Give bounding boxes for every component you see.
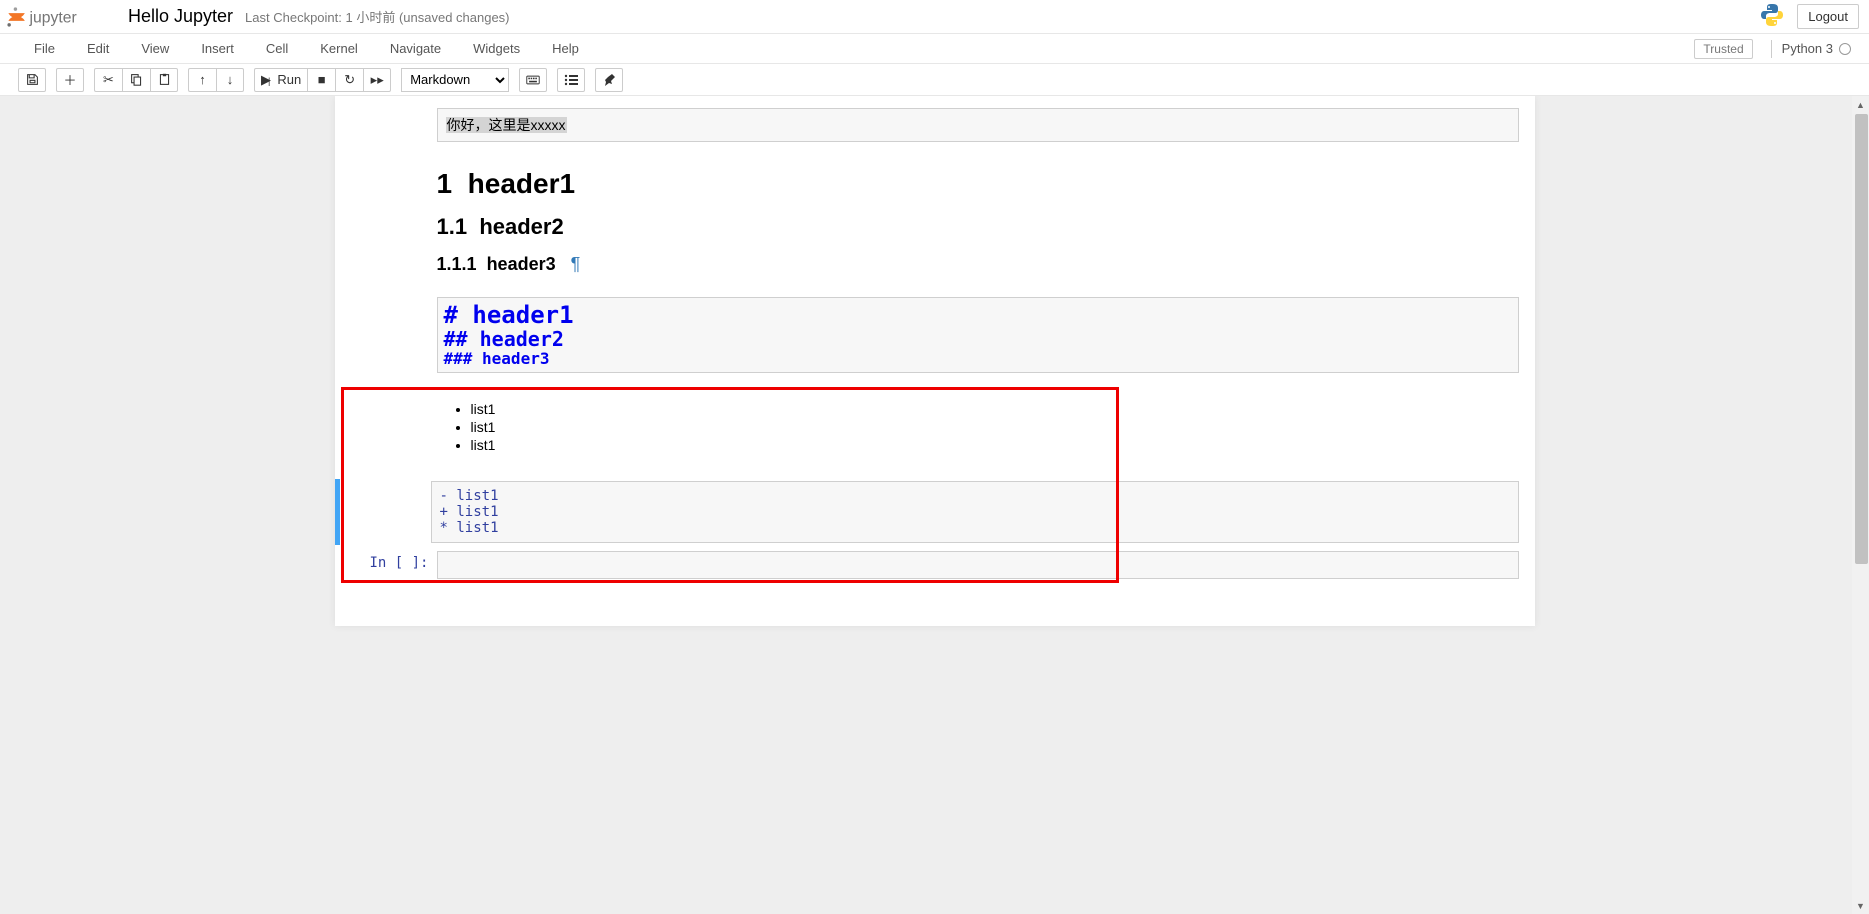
cell-raw[interactable]: 你好，这里是xxxxx [335, 106, 1535, 144]
cell-rendered-headers[interactable]: 1 header1 1.1 header2 1.1.1 header3 ¶ [335, 148, 1535, 291]
menu-view[interactable]: View [125, 37, 185, 60]
divider [1771, 40, 1772, 58]
header: jupyter Hello Jupyter Last Checkpoint: 1… [0, 0, 1869, 34]
arrow-down-icon: ↓ [227, 72, 234, 87]
run-icon: ▶| [261, 72, 273, 88]
rendered-h2: 1.1 header2 [437, 214, 1529, 240]
menu-widgets[interactable]: Widgets [457, 37, 536, 60]
menu-insert[interactable]: Insert [185, 37, 250, 60]
prompt [341, 150, 437, 289]
pin-icon [602, 73, 616, 87]
rendered-h3: 1.1.1 header3 ¶ [437, 254, 1529, 275]
python-logo-icon [1759, 2, 1785, 31]
scroll-up-icon[interactable]: ▲ [1852, 96, 1869, 113]
nb-extensions-button[interactable] [595, 68, 623, 92]
command-palette-button[interactable] [519, 68, 547, 92]
list-item: list1 [471, 419, 1529, 435]
kernel-name[interactable]: Python 3 [1782, 41, 1833, 56]
cell-rendered-list[interactable]: list1 list1 list1 [335, 379, 1535, 475]
code-input[interactable] [437, 551, 1519, 579]
raw-cell-input[interactable]: 你好，这里是xxxxx [437, 108, 1519, 142]
prompt [341, 297, 437, 373]
add-cell-button[interactable]: ＋ [56, 68, 84, 92]
save-button[interactable] [18, 68, 46, 92]
list-icon [564, 74, 578, 86]
stop-icon: ■ [318, 72, 326, 87]
fast-forward-icon: ▸▸ [371, 72, 384, 88]
md-line: * list1 [440, 520, 1510, 536]
cell-md-source-list[interactable]: - list1 + list1 * list1 [335, 479, 1535, 545]
raw-text: 你好，这里是xxxxx [446, 117, 567, 133]
paste-icon [158, 73, 171, 86]
notebook-container: 你好，这里是xxxxx 1 header1 1.1 header2 1.1.1 … [335, 96, 1535, 626]
trusted-indicator[interactable]: Trusted [1694, 39, 1752, 59]
md-line: - list1 [440, 488, 1510, 504]
scrollbar[interactable]: ▲ ▼ [1852, 96, 1869, 914]
list-item: list1 [471, 401, 1529, 417]
prompt [341, 381, 437, 473]
checkpoint-status: Last Checkpoint: 1 小时前 (unsaved changes) [245, 7, 509, 26]
restart-button[interactable]: ↻ [335, 68, 363, 92]
move-down-button[interactable]: ↓ [216, 68, 244, 92]
cut-button[interactable]: ✂ [94, 68, 122, 92]
restart-icon: ↻ [344, 72, 355, 88]
anchor-link[interactable]: ¶ [571, 254, 581, 274]
bullet-list: list1 list1 list1 [437, 385, 1529, 465]
arrow-up-icon: ↑ [199, 72, 206, 87]
menu-navigate[interactable]: Navigate [374, 37, 457, 60]
run-label: Run [277, 72, 301, 87]
md-source-input[interactable]: # header1 ## header2 ### header3 [437, 297, 1519, 373]
scroll-down-icon[interactable]: ▼ [1852, 897, 1869, 914]
run-button[interactable]: ▶| Run [254, 68, 307, 92]
cell-md-source-headers[interactable]: # header1 ## header2 ### header3 [335, 295, 1535, 375]
interrupt-button[interactable]: ■ [307, 68, 335, 92]
menu-file[interactable]: File [18, 37, 71, 60]
keyboard-icon [526, 74, 540, 86]
scroll-thumb[interactable] [1855, 114, 1868, 564]
toc-button[interactable] [557, 68, 585, 92]
md-line-h3: ### header3 [444, 350, 1512, 368]
paste-button[interactable] [150, 68, 178, 92]
restart-run-all-button[interactable]: ▸▸ [363, 68, 391, 92]
md-line-h2: ## header2 [444, 328, 1512, 350]
prompt [341, 481, 431, 543]
svg-text:jupyter: jupyter [29, 9, 77, 26]
menu-help[interactable]: Help [536, 37, 595, 60]
md-line: + list1 [440, 504, 1510, 520]
notebook-scroll-area[interactable]: 你好，这里是xxxxx 1 header1 1.1 header2 1.1.1 … [0, 96, 1869, 914]
md-line-h1: # header1 [444, 302, 1512, 328]
cell-type-select[interactable]: Markdown [401, 68, 509, 92]
jupyter-logo[interactable]: jupyter [6, 4, 116, 30]
list-item: list1 [471, 437, 1529, 453]
scissors-icon: ✂ [103, 72, 114, 88]
copy-icon [130, 73, 143, 86]
plus-icon: ＋ [63, 70, 76, 89]
prompt: In [ ]: [341, 551, 437, 579]
menu-edit[interactable]: Edit [71, 37, 125, 60]
menu-cell[interactable]: Cell [250, 37, 304, 60]
kernel-status-icon [1839, 43, 1851, 55]
toolbar: ＋ ✂ ↑ ↓ ▶| Run ■ ↻ ▸▸ Markdown [0, 64, 1869, 96]
copy-button[interactable] [122, 68, 150, 92]
menu-kernel[interactable]: Kernel [304, 37, 374, 60]
move-up-button[interactable]: ↑ [188, 68, 216, 92]
notebook-title[interactable]: Hello Jupyter [128, 6, 233, 27]
menubar: File Edit View Insert Cell Kernel Naviga… [0, 34, 1869, 64]
rendered-h1: 1 header1 [437, 168, 1529, 200]
md-source-input[interactable]: - list1 + list1 * list1 [431, 481, 1519, 543]
prompt [341, 108, 437, 142]
logout-button[interactable]: Logout [1797, 4, 1859, 29]
cell-code-empty[interactable]: In [ ]: [335, 549, 1535, 581]
